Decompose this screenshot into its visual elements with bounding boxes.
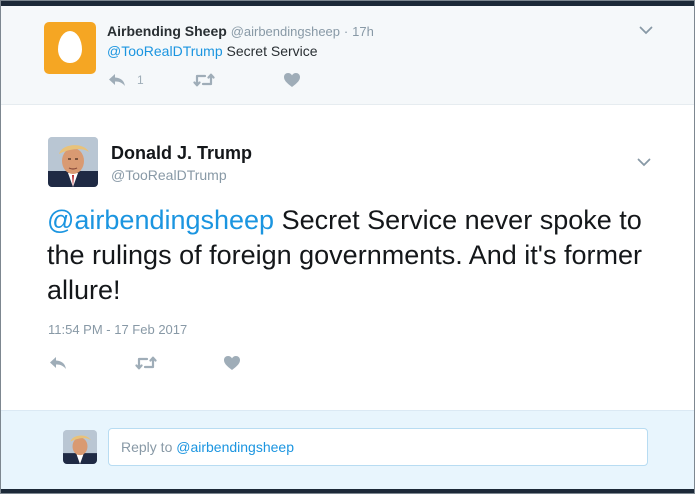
parent-tweet-text: @TooRealDTrump Secret Service [107,43,318,59]
dot-separator: · [343,24,349,39]
parent-tweet[interactable]: Airbending Sheep @airbendingsheep · 17h … [1,6,694,105]
reply-icon [50,357,66,369]
retweet-icon [135,356,157,370]
main-reply-button[interactable] [48,355,68,371]
parent-text: Secret Service [222,43,318,59]
parent-tweet-header: Airbending Sheep @airbendingsheep · 17h [107,23,374,39]
profile-photo-icon [63,430,97,464]
parent-chevron-down-icon[interactable] [639,26,653,35]
main-chevron-down-icon[interactable] [637,158,651,167]
reply-avatar [63,430,97,464]
reply-input[interactable]: Reply to @airbendingsheep [108,428,648,466]
parent-author-handle[interactable]: @airbendingsheep [231,24,340,39]
profile-photo-icon [48,137,98,187]
main-author-handle[interactable]: @TooRealDTrump [111,167,227,183]
egg-avatar-icon[interactable] [44,22,96,74]
heart-icon [284,73,300,87]
reply-icon [109,74,125,86]
tweet-window: Airbending Sheep @airbendingsheep · 17h … [0,0,695,494]
parent-like-button[interactable] [283,72,301,88]
main-mention-link[interactable]: @airbendingsheep [47,205,274,235]
main-tweet: Donald J. Trump @TooRealDTrump @airbendi… [1,105,694,410]
parent-retweet-button[interactable] [193,72,215,88]
main-retweet-button[interactable] [135,355,157,371]
main-tweet-text: @airbendingsheep Secret Service never sp… [47,203,667,308]
reply-area: Reply to @airbendingsheep [1,410,694,490]
main-author-name[interactable]: Donald J. Trump [111,143,252,164]
parent-mention-link[interactable]: @TooRealDTrump [107,43,223,59]
bottom-border [1,489,694,493]
heart-icon [224,356,240,370]
reply-placeholder-mention: @airbendingsheep [176,439,294,455]
parent-author-name[interactable]: Airbending Sheep [107,23,227,39]
parent-reply-button[interactable]: 1 [107,72,144,88]
parent-time-ago[interactable]: 17h [352,24,374,39]
main-like-button[interactable] [223,355,241,371]
retweet-icon [193,73,215,87]
main-avatar[interactable] [48,137,98,187]
reply-placeholder-prefix: Reply to [121,439,173,455]
tweet-timestamp[interactable]: 11:54 PM - 17 Feb 2017 [48,322,187,337]
parent-reply-count: 1 [137,73,144,87]
